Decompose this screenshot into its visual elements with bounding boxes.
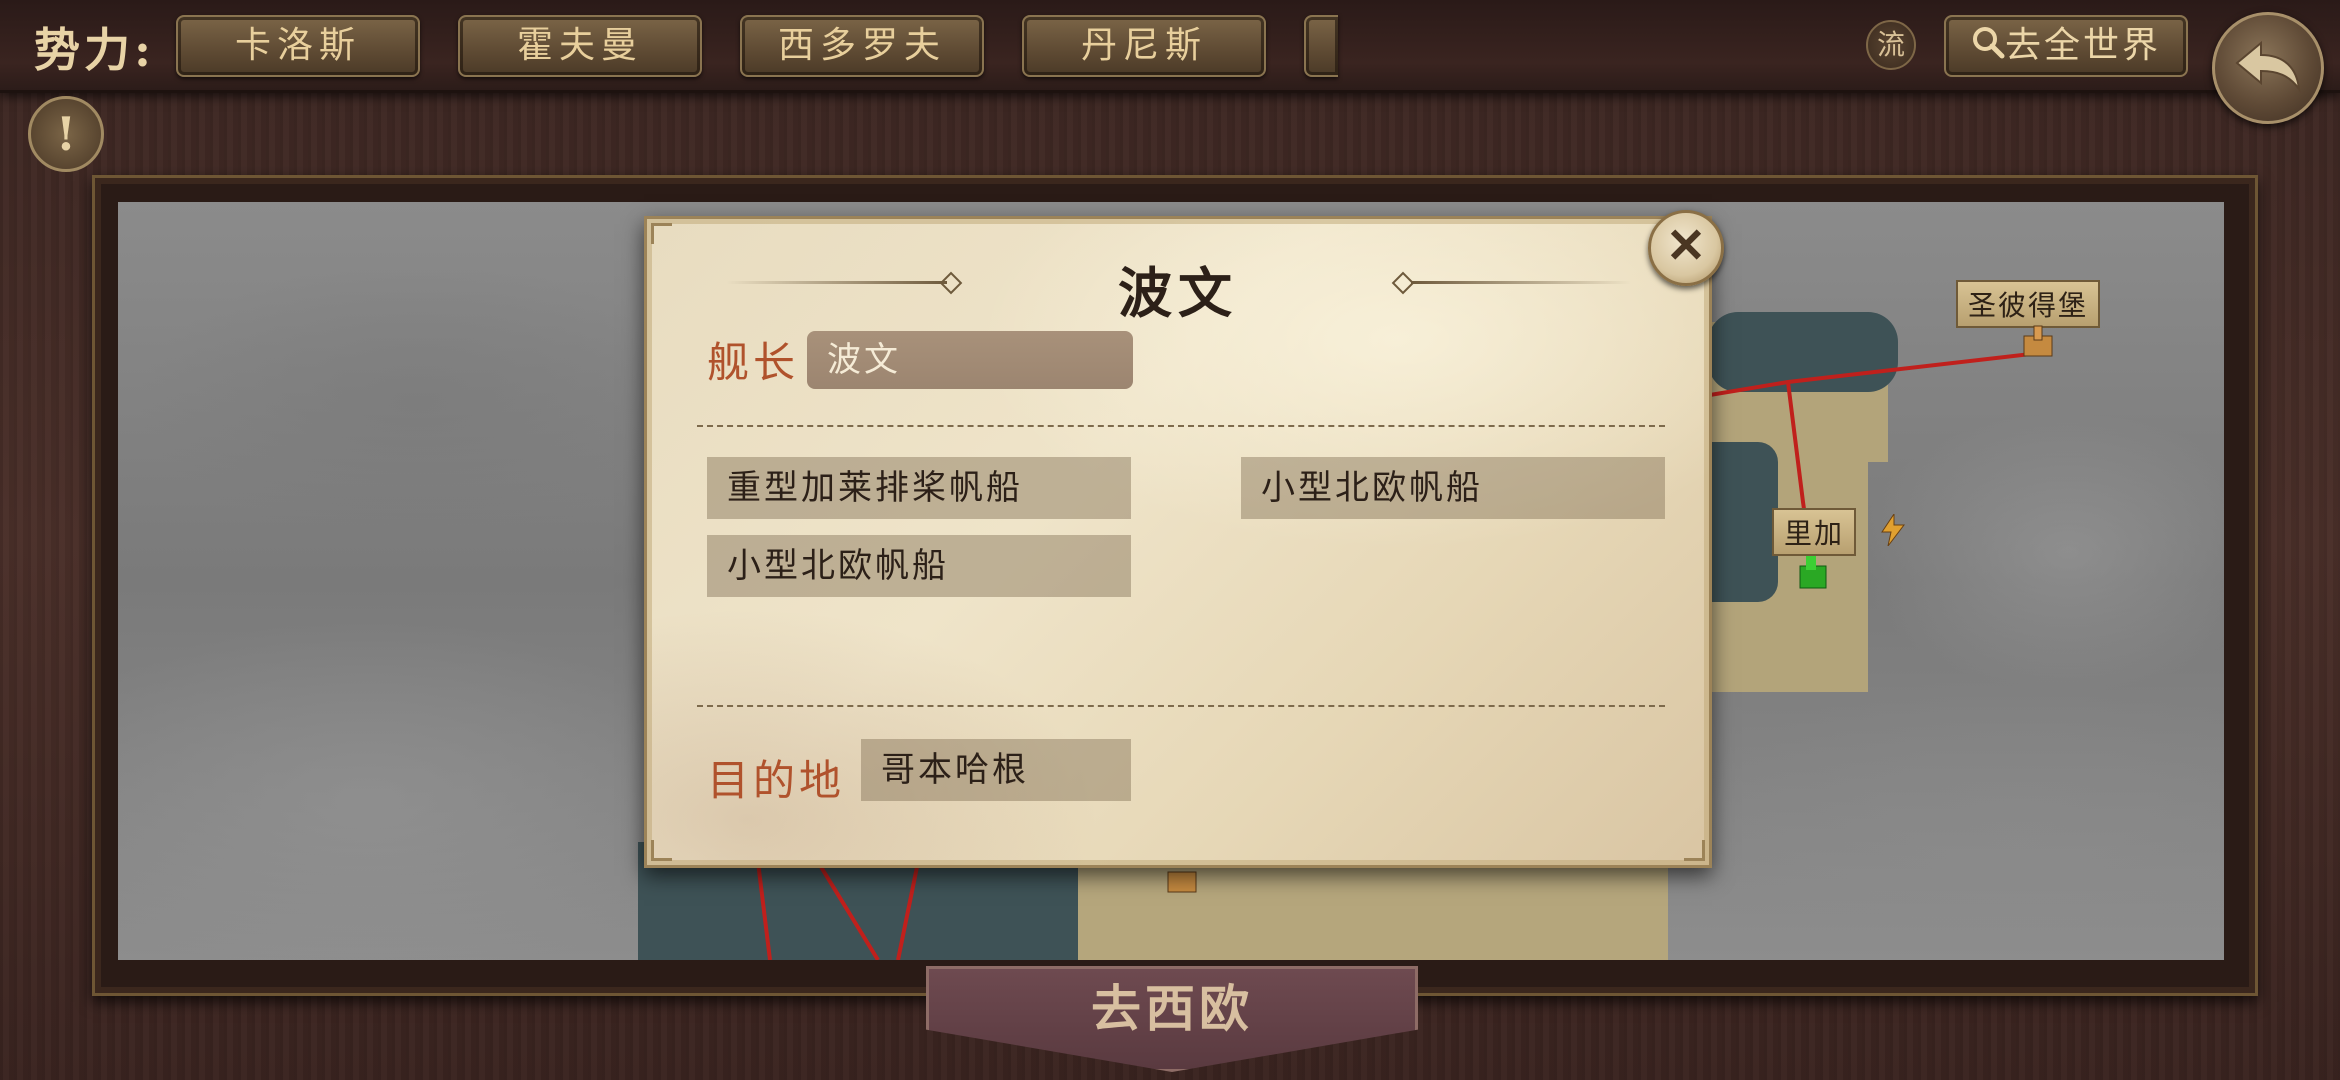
divider <box>697 425 1665 427</box>
flow-button[interactable]: 流 <box>1866 20 1916 70</box>
faction-tab-dennis[interactable]: 丹尼斯 <box>1022 15 1266 77</box>
destination-label: 目的地 <box>707 756 846 805</box>
ship-slot[interactable]: 小型北欧帆船 <box>1241 457 1665 519</box>
faction-label: 势力: <box>34 23 155 77</box>
fleet-info-dialog: 波文 舰长 波文 重型加莱排桨帆船 小型北欧帆船 小型北欧帆船 目的地 哥本哈根 <box>644 216 1712 868</box>
dialog-corner-ornament <box>1684 840 1705 861</box>
back-arrow-icon <box>2233 37 2303 101</box>
info-button[interactable]: ! <box>28 96 104 172</box>
close-icon: ✕ <box>1665 218 1707 274</box>
top-bar: 势力: 卡洛斯 霍夫曼 西多罗夫 丹尼斯 流 去全世界 <box>0 0 2340 124</box>
destination-field[interactable]: 哥本哈根 <box>861 739 1131 801</box>
search-icon <box>1971 19 2005 77</box>
faction-tab-partial[interactable] <box>1304 15 1338 77</box>
dialog-title: 波文 <box>1118 261 1238 325</box>
faction-tab-carlos[interactable]: 卡洛斯 <box>176 15 420 77</box>
faction-tab-sidorov[interactable]: 西多罗夫 <box>740 15 984 77</box>
lightning-icon[interactable] <box>1880 512 1906 550</box>
faction-tab-hoffman[interactable]: 霍夫曼 <box>458 15 702 77</box>
ship-slot[interactable]: 小型北欧帆船 <box>707 535 1131 597</box>
dialog-corner-ornament <box>651 223 672 244</box>
city-label-riga[interactable]: 里加 <box>1772 508 1857 556</box>
search-world-label: 去全世界 <box>2004 25 2161 66</box>
ship-slot[interactable]: 重型加莱排桨帆船 <box>707 457 1131 519</box>
dialog-corner-ornament <box>651 840 672 861</box>
close-button[interactable]: ✕ <box>1648 210 1724 286</box>
city-castle-icon[interactable] <box>2018 320 2058 360</box>
city-flag-icon[interactable] <box>1794 552 1834 592</box>
divider <box>697 705 1665 707</box>
back-button[interactable] <box>2212 12 2324 124</box>
search-world-button[interactable]: 去全世界 <box>1944 15 2188 77</box>
captain-label: 舰长 <box>707 338 800 387</box>
captain-field[interactable]: 波文 <box>807 331 1133 389</box>
